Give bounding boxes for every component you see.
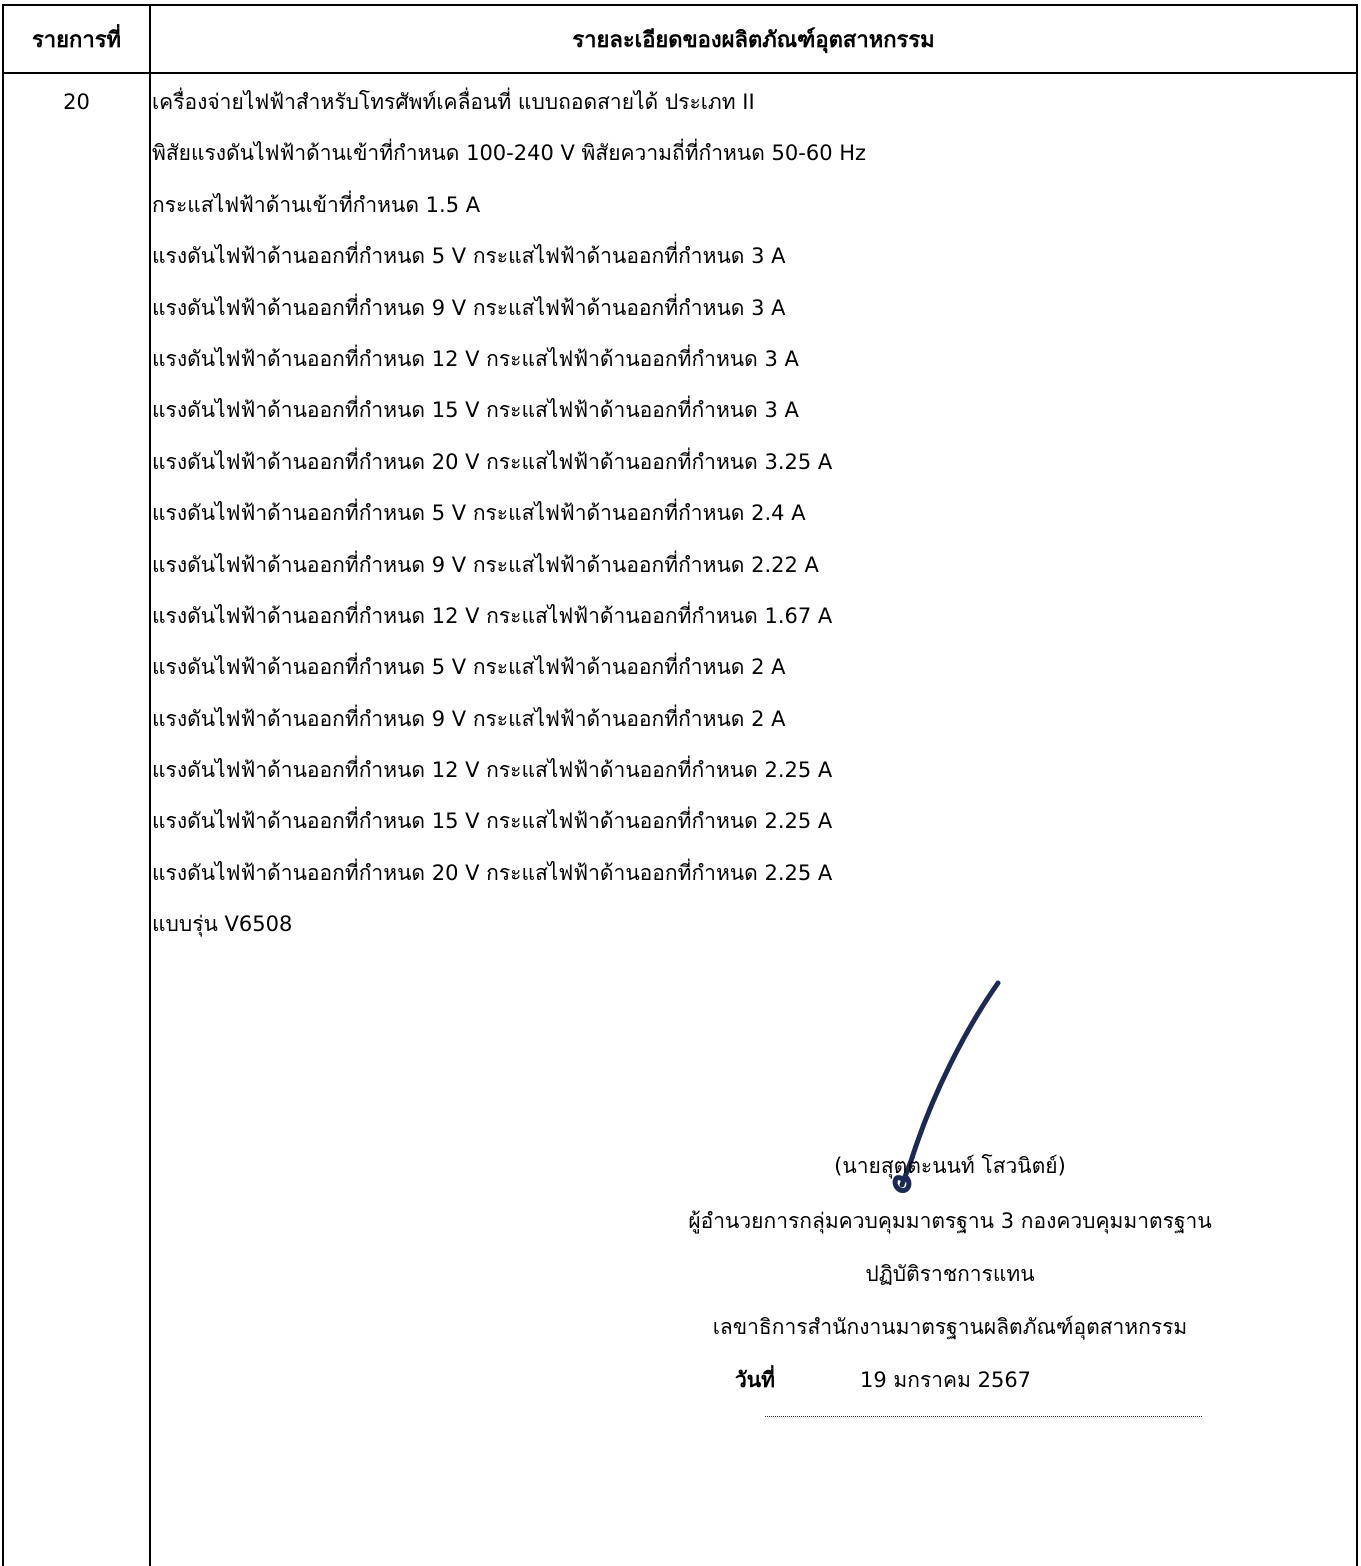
- detail-line: แรงดันไฟฟ้าด้านออกที่กำหนด 15 V กระแสไฟฟ…: [152, 809, 833, 834]
- detail-line: แรงดันไฟฟ้าด้านออกที่กำหนด 9 V กระแสไฟฟ้…: [152, 706, 786, 731]
- column-divider: [149, 6, 151, 1566]
- item-detail-list: เครื่องจ่ายไฟฟ้าสำหรับโทรศัพท์เคลื่อนที่…: [152, 86, 866, 960]
- detail-line: แรงดันไฟฟ้าด้านออกที่กำหนด 20 V กระแสไฟฟ…: [152, 860, 833, 885]
- detail-line: แรงดันไฟฟ้าด้านออกที่กำหนด 15 V กระแสไฟฟ…: [152, 398, 799, 423]
- header-product-detail: รายละเอียดของผลิตภัณฑ์อุตสาหกรรม: [572, 27, 935, 53]
- detail-line: แรงดันไฟฟ้าด้านออกที่กำหนด 20 V กระแสไฟฟ…: [152, 449, 833, 474]
- detail-line: พิสัยแรงดันไฟฟ้าด้านเข้าที่กำหนด 100-240…: [152, 141, 867, 166]
- detail-line: กระแสไฟฟ้าด้านเข้าที่กำหนด 1.5 A: [152, 192, 481, 217]
- acting-on-behalf: ปฏิบัติราชการแทน: [865, 1262, 1035, 1286]
- detail-line: แรงดันไฟฟ้าด้านออกที่กำหนด 12 V กระแสไฟฟ…: [152, 603, 833, 628]
- date-dotted-line: [765, 1416, 1202, 1417]
- signatory-organization: เลขาธิการสำนักงานมาตรฐานผลิตภัณฑ์อุตสาหก…: [712, 1315, 1188, 1339]
- model-line: แบบรุ่น V6508: [152, 912, 293, 937]
- header-item-number: รายการที่: [31, 27, 122, 53]
- detail-line: แรงดันไฟฟ้าด้านออกที่กำหนด 12 V กระแสไฟฟ…: [152, 758, 833, 783]
- detail-line: แรงดันไฟฟ้าด้านออกที่กำหนด 9 V กระแสไฟฟ้…: [152, 295, 786, 320]
- detail-line: แรงดันไฟฟ้าด้านออกที่กำหนด 9 V กระแสไฟฟ้…: [152, 552, 819, 577]
- detail-line: เครื่องจ่ายไฟฟ้าสำหรับโทรศัพท์เคลื่อนที่…: [152, 90, 755, 114]
- detail-line: แรงดันไฟฟ้าด้านออกที่กำหนด 5 V กระแสไฟฟ้…: [152, 501, 806, 526]
- detail-line: แรงดันไฟฟ้าด้านออกที่กำหนด 5 V กระแสไฟฟ้…: [152, 244, 786, 269]
- detail-line: แรงดันไฟฟ้าด้านออกที่กำหนด 12 V กระแสไฟฟ…: [152, 346, 799, 371]
- header-divider: [4, 72, 1356, 74]
- item-number: 20: [63, 90, 90, 114]
- date-value: 19 มกราคม 2567: [860, 1368, 1032, 1392]
- date-label: วันที่: [735, 1368, 775, 1392]
- signatory-name: (นายสุตตะนนท์ โสวนิตย์): [834, 1154, 1066, 1178]
- signatory-position: ผู้อำนวยการกลุ่มควบคุมมาตรฐาน 3 กองควบคุ…: [688, 1209, 1212, 1233]
- detail-line: แรงดันไฟฟ้าด้านออกที่กำหนด 5 V กระแสไฟฟ้…: [152, 655, 786, 680]
